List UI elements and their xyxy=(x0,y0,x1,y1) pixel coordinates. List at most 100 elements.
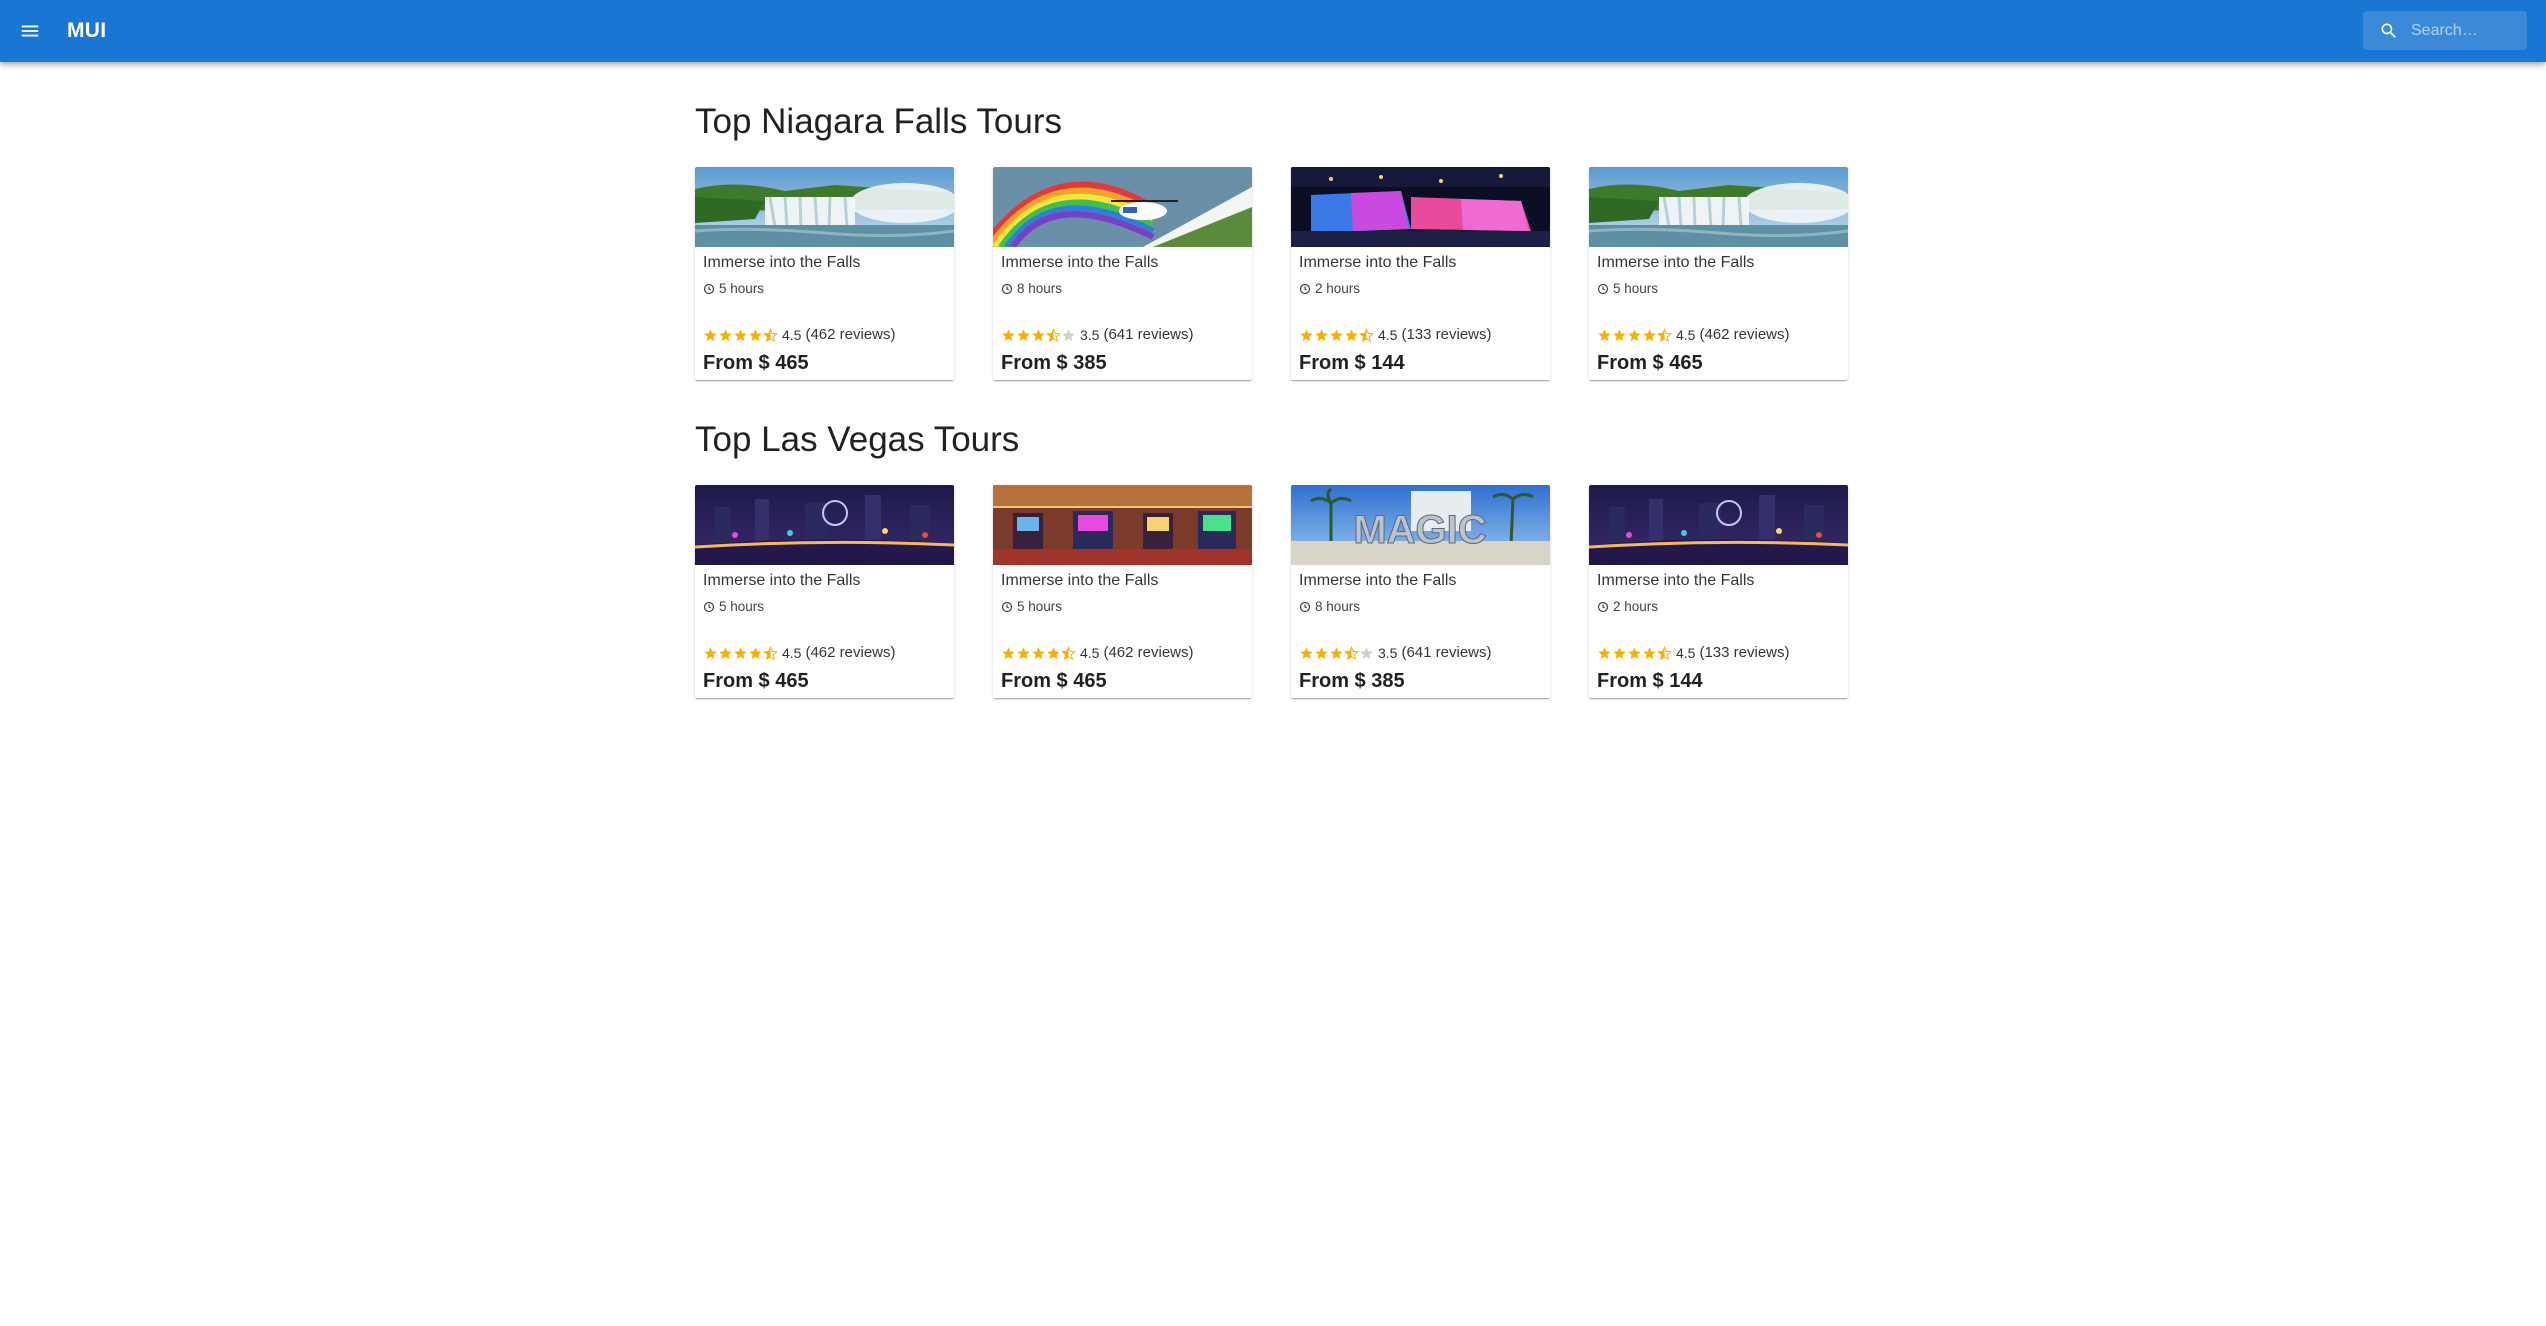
star-icon xyxy=(1344,328,1359,343)
star-icon xyxy=(1001,328,1016,343)
star-icon xyxy=(763,327,778,343)
star-icon xyxy=(1299,328,1314,343)
tour-duration: 2 hours xyxy=(1597,599,1658,615)
tour-rating: 4.5 (462 reviews) xyxy=(703,643,896,663)
star-icon xyxy=(1627,646,1642,661)
tour-price: From $ 465 xyxy=(1001,670,1107,692)
star-icon xyxy=(1046,327,1061,343)
rating-stars xyxy=(1001,645,1076,661)
tour-card[interactable]: Immerse into the Falls 2 hours 4.5 (133 rev… xyxy=(1589,485,1848,698)
review-count: (641 reviews) xyxy=(1103,326,1194,343)
star-icon xyxy=(1329,328,1344,343)
star-icon xyxy=(1314,646,1329,661)
duration-text: 5 hours xyxy=(719,281,765,296)
star-icon xyxy=(1657,327,1672,343)
rating-stars xyxy=(703,645,778,661)
tour-image xyxy=(993,485,1252,565)
section-title-las-vegas: Top Las Vegas Tours xyxy=(695,420,1020,459)
tour-card[interactable]: Immerse into the Falls 5 hours 4.5 (462 rev… xyxy=(993,485,1252,698)
duration-text: 8 hours xyxy=(1315,599,1361,614)
tour-name: Immerse into the Falls xyxy=(703,254,861,271)
rating-value: 3.5 xyxy=(1080,327,1100,343)
tour-image: MAGIC xyxy=(1291,485,1550,565)
tour-image xyxy=(1589,485,1848,565)
star-icon xyxy=(1627,328,1642,343)
menu-button[interactable] xyxy=(10,11,50,51)
star-icon xyxy=(1359,327,1374,343)
rating-stars xyxy=(1001,327,1076,343)
star-icon xyxy=(763,645,778,661)
rating-stars xyxy=(1597,327,1672,343)
tour-card[interactable]: MAGIC Immerse into the Falls 8 hours 3.5 (64… xyxy=(1291,485,1550,698)
star-icon xyxy=(1344,645,1359,661)
rating-value: 4.5 xyxy=(782,327,802,343)
star-icon xyxy=(1001,646,1016,661)
tour-name: Immerse into the Falls xyxy=(1597,254,1755,271)
tour-card[interactable]: Immerse into the Falls 8 hours 3.5 (641 rev… xyxy=(993,167,1252,380)
search-icon xyxy=(2381,23,2397,39)
tour-duration: 5 hours xyxy=(1001,599,1062,615)
rating-value: 4.5 xyxy=(782,645,802,661)
tour-image xyxy=(695,485,954,565)
tour-grid-las-vegas: Immerse into the Falls 5 hours 4.5 (462 rev… xyxy=(695,485,1855,698)
star-icon xyxy=(748,646,763,661)
star-icon xyxy=(1642,328,1657,343)
tour-duration: 2 hours xyxy=(1299,281,1360,297)
review-count: (462 reviews) xyxy=(805,644,896,661)
star-icon xyxy=(733,328,748,343)
tour-name: Immerse into the Falls xyxy=(703,572,861,589)
star-icon xyxy=(1046,646,1061,661)
star-icon xyxy=(718,646,733,661)
star-icon xyxy=(1359,646,1374,661)
review-count: (462 reviews) xyxy=(1699,326,1790,343)
tour-image xyxy=(695,167,954,247)
tour-price: From $ 465 xyxy=(703,352,809,374)
duration-text: 2 hours xyxy=(1315,281,1361,296)
duration-text: 2 hours xyxy=(1613,599,1659,614)
star-icon xyxy=(718,328,733,343)
tour-rating: 3.5 (641 reviews) xyxy=(1001,325,1194,345)
tour-card[interactable]: Immerse into the Falls 5 hours 4.5 (462 rev… xyxy=(1589,167,1848,380)
rating-stars xyxy=(1299,645,1374,661)
tour-price: From $ 144 xyxy=(1299,352,1405,374)
tour-card[interactable]: Immerse into the Falls 2 hours 4.5 (133 rev… xyxy=(1291,167,1550,380)
tour-rating: 4.5 (462 reviews) xyxy=(1001,643,1194,663)
tour-grid-niagara: Immerse into the Falls 5 hours 4.5 (462 rev… xyxy=(695,167,1855,380)
review-count: (462 reviews) xyxy=(805,326,896,343)
star-icon xyxy=(1314,328,1329,343)
svg-text:MAGIC: MAGIC xyxy=(1353,508,1486,552)
tour-price: From $ 144 xyxy=(1597,670,1703,692)
duration-text: 5 hours xyxy=(1613,281,1659,296)
tour-price: From $ 465 xyxy=(703,670,809,692)
clock-icon xyxy=(1001,601,1013,613)
rating-value: 4.5 xyxy=(1676,645,1696,661)
clock-icon xyxy=(703,283,715,295)
star-icon xyxy=(1612,328,1627,343)
star-icon xyxy=(703,646,718,661)
duration-text: 5 hours xyxy=(719,599,765,614)
star-icon xyxy=(703,328,718,343)
star-icon xyxy=(1061,328,1076,343)
tour-image xyxy=(1291,167,1550,247)
clock-icon xyxy=(703,601,715,613)
star-icon xyxy=(1612,646,1627,661)
tour-duration: 5 hours xyxy=(1597,281,1658,297)
search-box[interactable] xyxy=(2363,11,2527,50)
clock-icon xyxy=(1001,283,1013,295)
review-count: (133 reviews) xyxy=(1699,644,1790,661)
tour-duration: 8 hours xyxy=(1299,599,1360,615)
clock-icon xyxy=(1597,601,1609,613)
tour-price: From $ 465 xyxy=(1597,352,1703,374)
search-input[interactable] xyxy=(2411,11,2521,50)
star-icon xyxy=(748,328,763,343)
tour-card[interactable]: Immerse into the Falls 5 hours 4.5 (462 rev… xyxy=(695,485,954,698)
tour-price: From $ 385 xyxy=(1001,352,1107,374)
rating-stars xyxy=(703,327,778,343)
review-count: (133 reviews) xyxy=(1401,326,1492,343)
tour-name: Immerse into the Falls xyxy=(1597,572,1755,589)
app-title: MUI xyxy=(67,19,107,42)
duration-text: 8 hours xyxy=(1017,281,1063,296)
star-icon xyxy=(1299,646,1314,661)
tour-card[interactable]: Immerse into the Falls 5 hours 4.5 (462 rev… xyxy=(695,167,954,380)
tour-image xyxy=(993,167,1252,247)
